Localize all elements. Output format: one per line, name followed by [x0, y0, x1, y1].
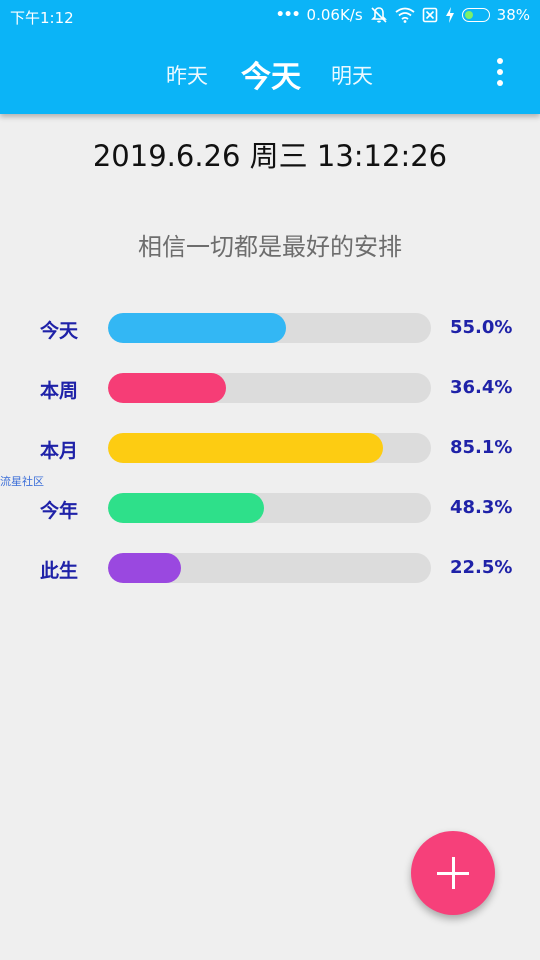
progress-label: 本月 — [40, 440, 79, 462]
progress-fill — [108, 493, 264, 523]
status-icons: ••• 0.06K/s 38% — [276, 6, 530, 24]
app-bar: 下午1:12 ••• 0.06K/s 38% 昨天 今天 明天 — [0, 0, 540, 114]
progress-fill — [108, 553, 181, 583]
current-datetime: 2019.6.26 周三 13:12:26 — [92, 139, 448, 173]
tab-tomorrow[interactable]: 明天 — [331, 60, 373, 90]
progress-fill — [108, 433, 383, 463]
progress-percent: 48.3% — [450, 497, 513, 518]
progress-label: 今年 — [40, 500, 79, 522]
progress-fill — [108, 313, 286, 343]
progress-row-life: 此生 22.5% — [0, 552, 540, 584]
battery-icon — [461, 8, 490, 22]
progress-fill — [108, 373, 226, 403]
watermark-text: 流星社区 — [0, 475, 44, 488]
add-button[interactable] — [411, 831, 495, 915]
progress-row-year: 今年 48.3% — [0, 492, 540, 524]
sim-icon — [422, 7, 437, 23]
more-vertical-icon[interactable] — [494, 58, 506, 88]
progress-percent: 85.1% — [450, 437, 513, 458]
tab-today[interactable]: 今天 — [241, 52, 301, 96]
charging-icon — [445, 7, 454, 23]
progress-percent: 36.4% — [450, 377, 513, 398]
progress-track — [108, 313, 431, 343]
progress-label: 本周 — [40, 380, 79, 402]
progress-track — [108, 433, 431, 463]
progress-percent: 22.5% — [450, 557, 513, 578]
progress-percent: 55.0% — [450, 317, 513, 338]
status-bar: 下午1:12 ••• 0.06K/s 38% — [0, 0, 540, 32]
progress-row-today: 今天 55.0% — [0, 312, 540, 344]
tab-yesterday[interactable]: 昨天 — [166, 60, 208, 90]
net-speed: 0.06K/s — [306, 6, 363, 24]
day-tabs: 昨天 今天 明天 — [0, 52, 540, 96]
progress-track — [108, 373, 431, 403]
progress-row-month: 本月 85.1% — [0, 432, 540, 464]
progress-row-week: 本周 36.4% — [0, 372, 540, 404]
progress-label: 今天 — [40, 320, 79, 342]
progress-track — [108, 493, 431, 523]
wifi-icon — [395, 7, 415, 23]
progress-label: 此生 — [40, 560, 79, 582]
status-time: 下午1:12 — [10, 9, 74, 27]
progress-track — [108, 553, 431, 583]
plus-icon — [437, 857, 469, 889]
mute-bell-icon — [370, 7, 387, 23]
notification-dots-icon: ••• — [275, 7, 301, 23]
motto-text: 相信一切都是最好的安排 — [138, 233, 402, 261]
battery-percent: 38% — [496, 6, 530, 24]
